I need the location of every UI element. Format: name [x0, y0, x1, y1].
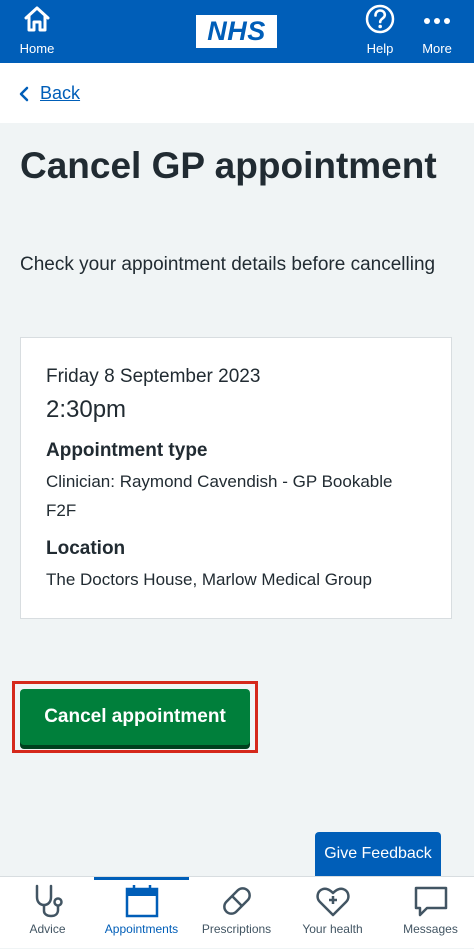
appointment-type-heading: Appointment type — [46, 440, 208, 461]
app-header: Home NHS Help More — [0, 0, 474, 63]
location-value: The Doctors House, Marlow Medical Group — [46, 570, 372, 589]
help-label: Help — [366, 41, 394, 56]
give-feedback-button[interactable]: Give Feedback — [315, 832, 441, 876]
more-label: More — [422, 41, 452, 56]
nhs-logo: NHS — [196, 15, 277, 48]
bottom-navigation: Advice Appointments Prescriptions Your h… — [0, 876, 474, 948]
more-button[interactable]: More — [407, 4, 467, 56]
appointment-type-value: Clinician: Raymond Cavendish - GP Bookab… — [46, 472, 393, 520]
more-icon — [422, 18, 452, 38]
nav-label: Messages — [403, 922, 458, 936]
heart-plus-icon — [285, 883, 380, 919]
home-button[interactable]: Home — [7, 4, 67, 56]
back-bar: Back — [0, 63, 474, 123]
message-icon — [383, 883, 474, 919]
home-label: Home — [19, 41, 55, 56]
location-heading: Location — [46, 538, 126, 559]
page-title: Cancel GP appointment — [20, 145, 437, 186]
home-icon — [22, 6, 52, 38]
nav-item-messages[interactable]: Messages — [383, 877, 474, 949]
back-link[interactable]: Back — [18, 83, 80, 104]
nav-label: Appointments — [104, 922, 179, 936]
nav-item-advice[interactable]: Advice — [0, 877, 95, 949]
appointment-card: Friday 8 September 2023 2:30pm Appointme… — [20, 337, 452, 619]
nav-label: Prescriptions — [201, 922, 272, 936]
help-icon — [365, 4, 395, 38]
chevron-left-icon — [18, 86, 30, 102]
nav-item-prescriptions[interactable]: Prescriptions — [189, 877, 284, 949]
calendar-icon — [94, 883, 189, 919]
page-subtitle: Check your appointment details before ca… — [20, 254, 436, 275]
nav-item-your-health[interactable]: Your health — [285, 877, 380, 949]
back-label: Back — [40, 83, 81, 103]
stethoscope-icon — [0, 883, 95, 919]
help-button[interactable]: Help — [350, 4, 410, 56]
cancel-appointment-button[interactable]: Cancel appointment — [20, 689, 250, 745]
nav-item-appointments[interactable]: Appointments — [94, 877, 189, 949]
appointment-date: Friday 8 September 2023 — [46, 366, 261, 387]
appointment-time: 2:30pm — [46, 396, 127, 423]
pill-icon — [189, 883, 284, 919]
nav-label: Your health — [302, 922, 363, 936]
nav-label: Advice — [29, 922, 66, 936]
